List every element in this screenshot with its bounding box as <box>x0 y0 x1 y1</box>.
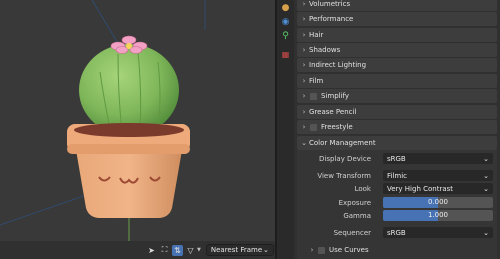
panel-label: Simplify <box>321 92 350 100</box>
view-transform-select[interactable]: Filmic ⌄ <box>383 170 493 181</box>
panel-label: Volumetrics <box>309 0 351 8</box>
panel-grease-pencil[interactable]: › Grease Pencil <box>297 105 497 119</box>
properties-tab-strip: ● ◉ ⚲ ▦ <box>277 0 294 259</box>
chevron-right-icon: › <box>302 61 306 69</box>
chevron-down-icon: ⌄ <box>301 139 307 147</box>
normalize-icon[interactable]: ⇅ <box>172 244 183 256</box>
panel-use-curves[interactable]: › Use Curves <box>297 243 497 257</box>
panel-volumetrics[interactable]: › Volumetrics <box>297 0 497 11</box>
gamma-slider[interactable]: 1.000 <box>383 210 493 221</box>
panel-film[interactable]: › Film <box>297 74 497 88</box>
panel-label: Shadows <box>309 46 341 54</box>
panel-label: Grease Pencil <box>309 108 357 116</box>
panel-performance[interactable]: › Performance <box>297 12 497 26</box>
display-device-value: sRGB <box>387 154 406 163</box>
sequencer-select[interactable]: sRGB ⌄ <box>383 227 493 238</box>
panel-color-management[interactable]: ⌄ Color Management <box>297 136 497 150</box>
gamma-label: Gamma <box>343 212 371 220</box>
exposure-slider[interactable]: 0.000 <box>383 197 493 208</box>
chevron-down-icon: ⌄ <box>483 154 489 163</box>
exposure-label: Exposure <box>338 199 371 207</box>
panel-label: Film <box>309 77 324 85</box>
texture-tab-icon[interactable]: ▦ <box>280 49 291 60</box>
exposure-value: 0.000 <box>427 198 449 206</box>
display-device-label: Display Device <box>319 155 371 163</box>
chevron-right-icon: › <box>302 108 306 116</box>
chevron-right-icon: › <box>302 46 306 54</box>
chevron-right-icon: › <box>310 246 314 254</box>
panel-shadows[interactable]: › Shadows <box>297 43 497 57</box>
view-transform-label: View Transform <box>317 172 371 180</box>
constraints-tab-icon[interactable]: ◉ <box>280 16 291 27</box>
use-curves-checkbox[interactable] <box>318 246 325 254</box>
select-cursor-icon[interactable]: ➤ <box>146 245 157 256</box>
viewport-toolbar: ➤ ⛶ ⇅ ▽ ▼ Nearest Frame ⌄ <box>0 241 275 259</box>
panel-simplify[interactable]: › Simplify <box>297 89 497 103</box>
frame-mode-value: Nearest Frame <box>210 246 263 254</box>
chevron-down-icon: ⌄ <box>483 171 489 180</box>
frame-mode-select[interactable]: Nearest Frame ⌄ <box>205 244 274 256</box>
chevron-right-icon: › <box>302 15 306 23</box>
chevron-right-icon: › <box>302 0 306 8</box>
panel-label: Freestyle <box>321 123 353 131</box>
look-value: Very High Contrast <box>387 184 454 193</box>
chevron-right-icon: › <box>302 92 306 100</box>
panel-label: Indirect Lighting <box>309 61 367 69</box>
display-device-select[interactable]: sRGB ⌄ <box>383 153 493 164</box>
panel-hair[interactable]: › Hair <box>297 28 497 42</box>
chevron-right-icon: › <box>302 77 306 85</box>
panel-label: Color Management <box>309 139 376 147</box>
chevron-right-icon: › <box>302 123 306 131</box>
chevron-down-icon: ⌄ <box>262 246 269 254</box>
sequencer-value: sRGB <box>387 228 406 237</box>
simplify-checkbox[interactable] <box>310 92 317 100</box>
filter-dropdown-icon[interactable]: ▼ <box>197 247 201 253</box>
sequencer-label: Sequencer <box>333 229 371 237</box>
view-transform-value: Filmic <box>387 171 408 180</box>
panel-indirect-lighting[interactable]: › Indirect Lighting <box>297 58 497 72</box>
render-properties-panel: › Volumetrics › Performance › Hair › Sha… <box>294 0 500 259</box>
panel-freestyle[interactable]: › Freestyle <box>297 120 497 134</box>
freestyle-checkbox[interactable] <box>310 123 317 131</box>
cactus-pot-model <box>0 0 206 241</box>
chevron-down-icon: ⌄ <box>483 228 489 237</box>
chevron-down-icon: ⌄ <box>483 184 489 193</box>
physics-tab-icon[interactable]: ● <box>280 2 291 13</box>
use-curves-label: Use Curves <box>329 246 369 254</box>
data-tab-icon[interactable]: ⚲ <box>280 30 291 41</box>
look-select[interactable]: Very High Contrast ⌄ <box>383 183 493 194</box>
chevron-right-icon: › <box>302 31 306 39</box>
look-label: Look <box>354 185 371 193</box>
3d-viewport[interactable]: ➤ ⛶ ⇅ ▽ ▼ Nearest Frame ⌄ <box>0 0 275 259</box>
frame-selected-icon[interactable]: ⛶ <box>159 245 170 256</box>
gamma-value: 1.000 <box>427 211 449 219</box>
panel-label: Hair <box>309 31 324 39</box>
color-management-body: Display Device sRGB ⌄ View Transform Fil… <box>297 150 497 259</box>
filter-icon[interactable]: ▽ <box>185 245 196 256</box>
panel-label: Performance <box>309 15 354 23</box>
